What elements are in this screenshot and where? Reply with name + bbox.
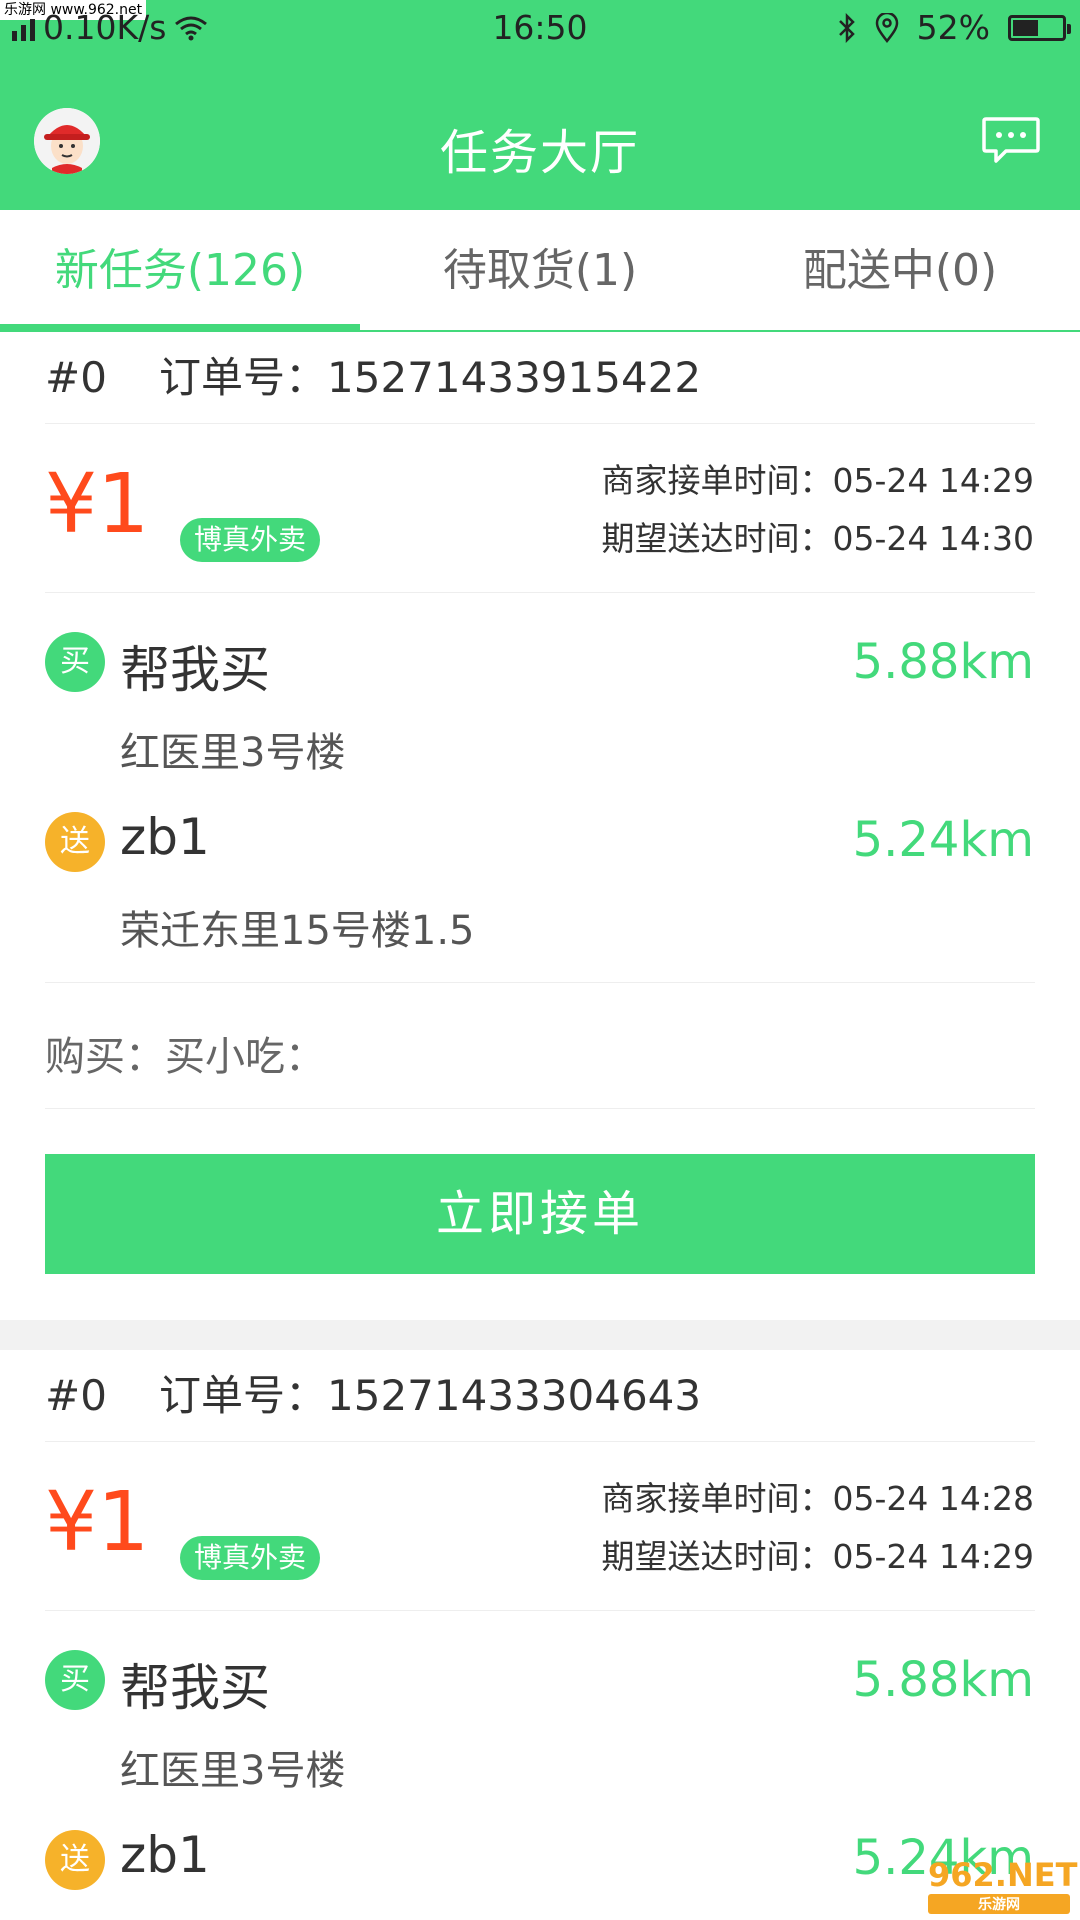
order-index: #0 [45,1371,107,1420]
status-right: 52% [837,8,1071,47]
battery-icon [1008,14,1071,41]
dropoff-name: zb1 [120,808,210,866]
order-number: 15271433915422 [327,353,702,402]
watermark-main: 962.NET [928,1856,1078,1894]
order-header: #0 订单号：15271433915422 [45,332,1035,424]
divider [45,592,1035,593]
buy-badge: 买 [45,1650,105,1710]
order-number-label: 订单号： [159,1371,328,1420]
divider [45,982,1035,983]
order-number-label: 订单号： [159,353,328,402]
pickup-distance: 5.88km [852,634,1034,690]
merchant-time-label: 商家接单时间： [601,461,833,500]
status-bar: 0.10K/s 16:50 52% [0,0,1080,60]
active-tab-indicator [0,324,360,330]
expected-time: 05-24 14:30 [832,519,1034,558]
accept-order-button[interactable]: 立即接单 [45,1154,1035,1274]
expected-time-label: 期望送达时间： [601,1537,833,1576]
merchant-time: 05-24 14:28 [832,1479,1034,1518]
order-card: #0 订单号：15271433915422 ¥1 博真外卖 商家接单时间：05-2… [0,332,1080,1320]
watermark-logo: 962.NET 乐游网 [928,1856,1077,1914]
buy-badge: 买 [45,632,105,692]
pickup-distance: 5.88km [852,1652,1034,1708]
tab-delivering[interactable]: 配送中(0) [720,210,1080,330]
pickup-name: 帮我买 [120,1659,270,1717]
top-bar: 乐游网 www.962.net 0.10K/s 16:50 52% 任务大厅 [0,0,1080,210]
battery-percent: 52% [916,8,990,47]
watermark-sub: 乐游网 [928,1894,1070,1914]
order-times: 商家接单时间：05-24 14:29 期望送达时间：05-24 14:30 [602,452,1034,568]
page-title: 任务大厅 [439,125,640,181]
send-badge: 送 [45,812,105,872]
location-icon [875,12,898,43]
tab-bar: 新任务(126) 待取货(1) 配送中(0) [0,210,1080,332]
divider [45,1108,1035,1109]
dropoff-name: zb1 [120,1826,210,1884]
merchant-time: 05-24 14:29 [832,461,1034,500]
order-times: 商家接单时间：05-24 14:28 期望送达时间：05-24 14:29 [602,1470,1034,1586]
card-gap [0,1320,1080,1350]
tab-awaiting-pickup[interactable]: 待取货(1) [360,210,720,330]
order-card: #0 订单号：15271433304643 ¥1 博真外卖 商家接单时间：05-2… [0,1350,1080,1920]
tab-new-tasks[interactable]: 新任务(126) [0,210,360,330]
pickup-address: 红医里3号楼 [120,730,346,776]
send-badge: 送 [45,1830,105,1890]
divider [45,1610,1035,1611]
pickup-name: 帮我买 [120,641,270,699]
expected-time: 05-24 14:29 [832,1537,1034,1576]
order-number: 15271433304643 [327,1371,702,1420]
pickup-address: 红医里3号楼 [120,1748,346,1794]
message-icon[interactable] [982,116,1040,164]
merchant-time-label: 商家接单时间： [601,1479,833,1518]
merchant-tag: 博真外卖 [180,1536,321,1580]
dropoff-address: 荣迁东里15号楼1.5 [120,908,475,954]
purchase-note: 购买：买小吃： [45,1034,325,1080]
order-price: ¥1 [45,457,150,552]
battery-fill [1013,19,1038,36]
bluetooth-icon [838,12,855,43]
order-header: #0 订单号：15271433304643 [45,1350,1035,1442]
expected-time-label: 期望送达时间： [601,519,833,558]
merchant-tag: 博真外卖 [180,518,321,562]
dropoff-distance: 5.24km [852,812,1034,868]
order-index: #0 [45,353,107,402]
order-price: ¥1 [45,1475,150,1570]
